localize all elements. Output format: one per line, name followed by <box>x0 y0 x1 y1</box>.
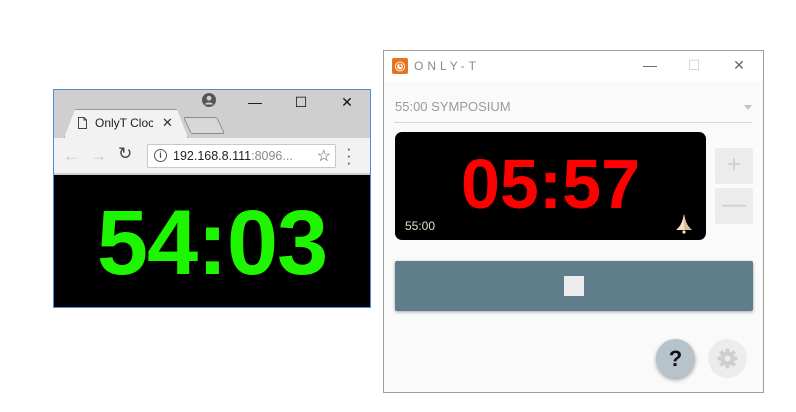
back-arrow-icon[interactable]: ← <box>63 146 80 166</box>
browser-window: OnlyT Clock ✕ — ☐ ✕ ← → ↻ i 192.168.8.11… <box>53 89 371 308</box>
tab-close-button[interactable]: ✕ <box>162 115 173 131</box>
onlyt-minimize-button[interactable]: — <box>639 57 661 73</box>
address-bar[interactable]: i 192.168.8.111:8096... ☆ <box>147 144 336 168</box>
browser-clock-display: 54:03 <box>54 175 370 307</box>
decrement-button[interactable]: — <box>715 188 753 224</box>
settings-button[interactable] <box>708 339 747 378</box>
bell-icon[interactable] <box>673 213 695 235</box>
app-title: ONLY-T <box>414 59 481 73</box>
profile-icon[interactable] <box>202 93 216 107</box>
browser-titlebar: OnlyT Clock ✕ — ☐ ✕ <box>54 90 370 138</box>
info-icon[interactable]: i <box>154 149 167 162</box>
document-icon <box>78 117 87 129</box>
onlyt-maximize-button: ☐ <box>687 57 701 73</box>
tab-title: OnlyT Clock <box>95 116 153 130</box>
onlyt-window: ONLY-T — ☐ ✕ 55:00 SYMPOSIUM 05:57 55:00… <box>383 50 764 393</box>
onlyt-clock-value: 05:57 <box>460 145 641 223</box>
new-tab-button[interactable] <box>183 117 225 134</box>
help-button[interactable]: ? <box>656 339 695 378</box>
talk-select-value: 55:00 SYMPOSIUM <box>395 99 511 114</box>
forward-arrow-icon[interactable]: → <box>90 146 107 166</box>
browser-minimize-button[interactable]: — <box>244 94 266 110</box>
onlyt-clock-panel: 05:57 55:00 <box>395 132 706 240</box>
star-icon[interactable]: ☆ <box>317 146 331 166</box>
browser-close-button[interactable]: ✕ <box>336 94 358 111</box>
stop-button[interactable] <box>395 261 753 311</box>
talk-duration: 55:00 <box>405 219 436 233</box>
increment-button[interactable]: + <box>715 148 753 184</box>
app-logo-icon <box>392 58 408 74</box>
browser-clock-value: 54:03 <box>96 192 328 294</box>
stop-icon <box>564 276 584 296</box>
url-text: 192.168.8.111:8096... <box>173 149 293 163</box>
chevron-down-icon <box>744 105 752 110</box>
browser-toolbar: ← → ↻ i 192.168.8.111:8096... ☆ · · · <box>54 138 370 174</box>
onlyt-close-button[interactable]: ✕ <box>728 57 750 74</box>
browser-maximize-button[interactable]: ☐ <box>290 94 312 111</box>
reload-icon[interactable]: ↻ <box>118 144 132 164</box>
talk-select[interactable]: 55:00 SYMPOSIUM <box>394 99 752 123</box>
onlyt-titlebar: ONLY-T — ☐ ✕ <box>384 51 763 81</box>
menu-dots-icon[interactable]: · · · <box>346 140 352 171</box>
gear-icon <box>717 348 738 369</box>
